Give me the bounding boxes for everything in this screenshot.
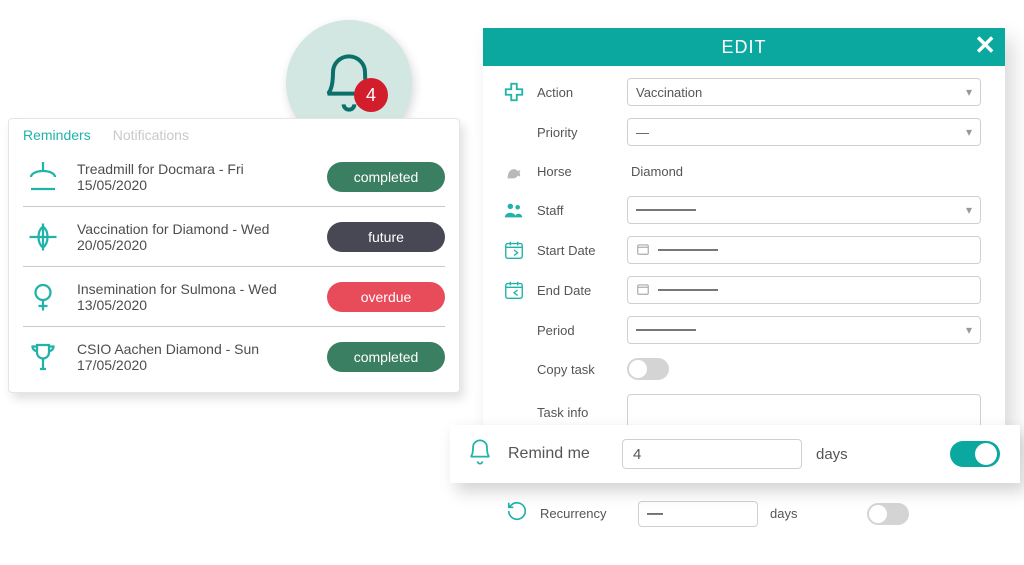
horse-icon [501, 158, 527, 184]
chevron-down-icon: ▾ [966, 85, 972, 99]
staff-select[interactable]: ▾ [627, 196, 981, 224]
status-pill: completed [327, 162, 445, 192]
days-label: days [816, 446, 848, 463]
reminder-row[interactable]: CSIO Aachen Diamond - Sun 17/05/2020 com… [23, 327, 445, 386]
reminder-row[interactable]: Insemination for Sulmona - Wed 13/05/202… [23, 267, 445, 327]
action-label: Action [537, 85, 617, 100]
recurrency-icon [506, 500, 528, 527]
period-label: Period [537, 323, 617, 338]
horse-label: Horse [537, 164, 617, 179]
reminder-list: Treadmill for Docmara - Fri 15/05/2020 c… [9, 147, 459, 392]
reminder-row[interactable]: Treadmill for Docmara - Fri 15/05/2020 c… [23, 147, 445, 207]
placeholder-dash [658, 289, 718, 291]
edit-panel: EDIT ✕ Action Vaccination ▾ Priority — ▾ [483, 28, 1005, 448]
remind-me-toggle[interactable] [950, 441, 1000, 467]
calendar-icon [636, 282, 650, 299]
priority-label: Priority [537, 125, 617, 140]
chevron-down-icon: ▾ [966, 125, 972, 139]
recurrency-row: Recurrency — days [506, 500, 986, 527]
treadmill-icon [23, 157, 63, 197]
tab-notifications[interactable]: Notifications [113, 127, 189, 143]
start-date-input[interactable] [627, 236, 981, 264]
recurrency-input[interactable]: — [638, 501, 758, 527]
trophy-icon [23, 337, 63, 377]
reminder-text: Treadmill for Docmara - Fri 15/05/2020 [77, 161, 313, 193]
copy-task-label: Copy task [537, 362, 617, 377]
priority-select[interactable]: — ▾ [627, 118, 981, 146]
placeholder-dash [636, 209, 696, 211]
end-date-input[interactable] [627, 276, 981, 304]
remind-me-label: Remind me [508, 445, 608, 463]
remind-me-input[interactable] [622, 439, 802, 469]
placeholder-dash [636, 329, 696, 331]
chevron-down-icon: ▾ [966, 203, 972, 217]
recurrency-toggle[interactable] [867, 503, 909, 525]
placeholder-dash [658, 249, 718, 251]
days-label: days [770, 506, 797, 521]
task-info-label: Task info [537, 405, 617, 420]
notification-count-badge: 4 [354, 78, 388, 112]
start-date-label: Start Date [537, 243, 617, 258]
close-icon[interactable]: ✕ [974, 32, 997, 58]
calendar-icon [636, 242, 650, 259]
bell-icon [466, 438, 494, 471]
recurrency-label: Recurrency [540, 506, 626, 521]
calendar-start-icon [501, 237, 527, 263]
staff-icon [501, 197, 527, 223]
reproduction-icon [23, 277, 63, 317]
reminder-text: Insemination for Sulmona - Wed 13/05/202… [77, 281, 313, 313]
action-value: Vaccination [636, 85, 702, 100]
period-select[interactable]: ▾ [627, 316, 981, 344]
reminder-row[interactable]: Vaccination for Diamond - Wed 20/05/2020… [23, 207, 445, 267]
chevron-down-icon: ▾ [966, 323, 972, 337]
medical-icon [23, 217, 63, 257]
end-date-label: End Date [537, 283, 617, 298]
recurrency-value: — [647, 505, 663, 523]
panel-title: EDIT [721, 37, 766, 58]
reminder-text: Vaccination for Diamond - Wed 20/05/2020 [77, 221, 313, 253]
horse-value: Diamond [627, 164, 981, 179]
reminders-panel: Reminders Notifications Treadmill for Do… [8, 118, 460, 393]
staff-label: Staff [537, 203, 617, 218]
status-pill: completed [327, 342, 445, 372]
calendar-end-icon [501, 277, 527, 303]
status-pill: future [327, 222, 445, 252]
tab-reminders[interactable]: Reminders [23, 127, 91, 143]
medical-cross-icon [501, 79, 527, 105]
tabs: Reminders Notifications [9, 119, 459, 147]
remind-me-bar: Remind me days [450, 425, 1020, 483]
action-select[interactable]: Vaccination ▾ [627, 78, 981, 106]
panel-header: EDIT ✕ [483, 28, 1005, 66]
priority-value: — [636, 125, 649, 140]
status-pill: overdue [327, 282, 445, 312]
copy-task-toggle[interactable] [627, 358, 669, 380]
reminder-text: CSIO Aachen Diamond - Sun 17/05/2020 [77, 341, 313, 373]
